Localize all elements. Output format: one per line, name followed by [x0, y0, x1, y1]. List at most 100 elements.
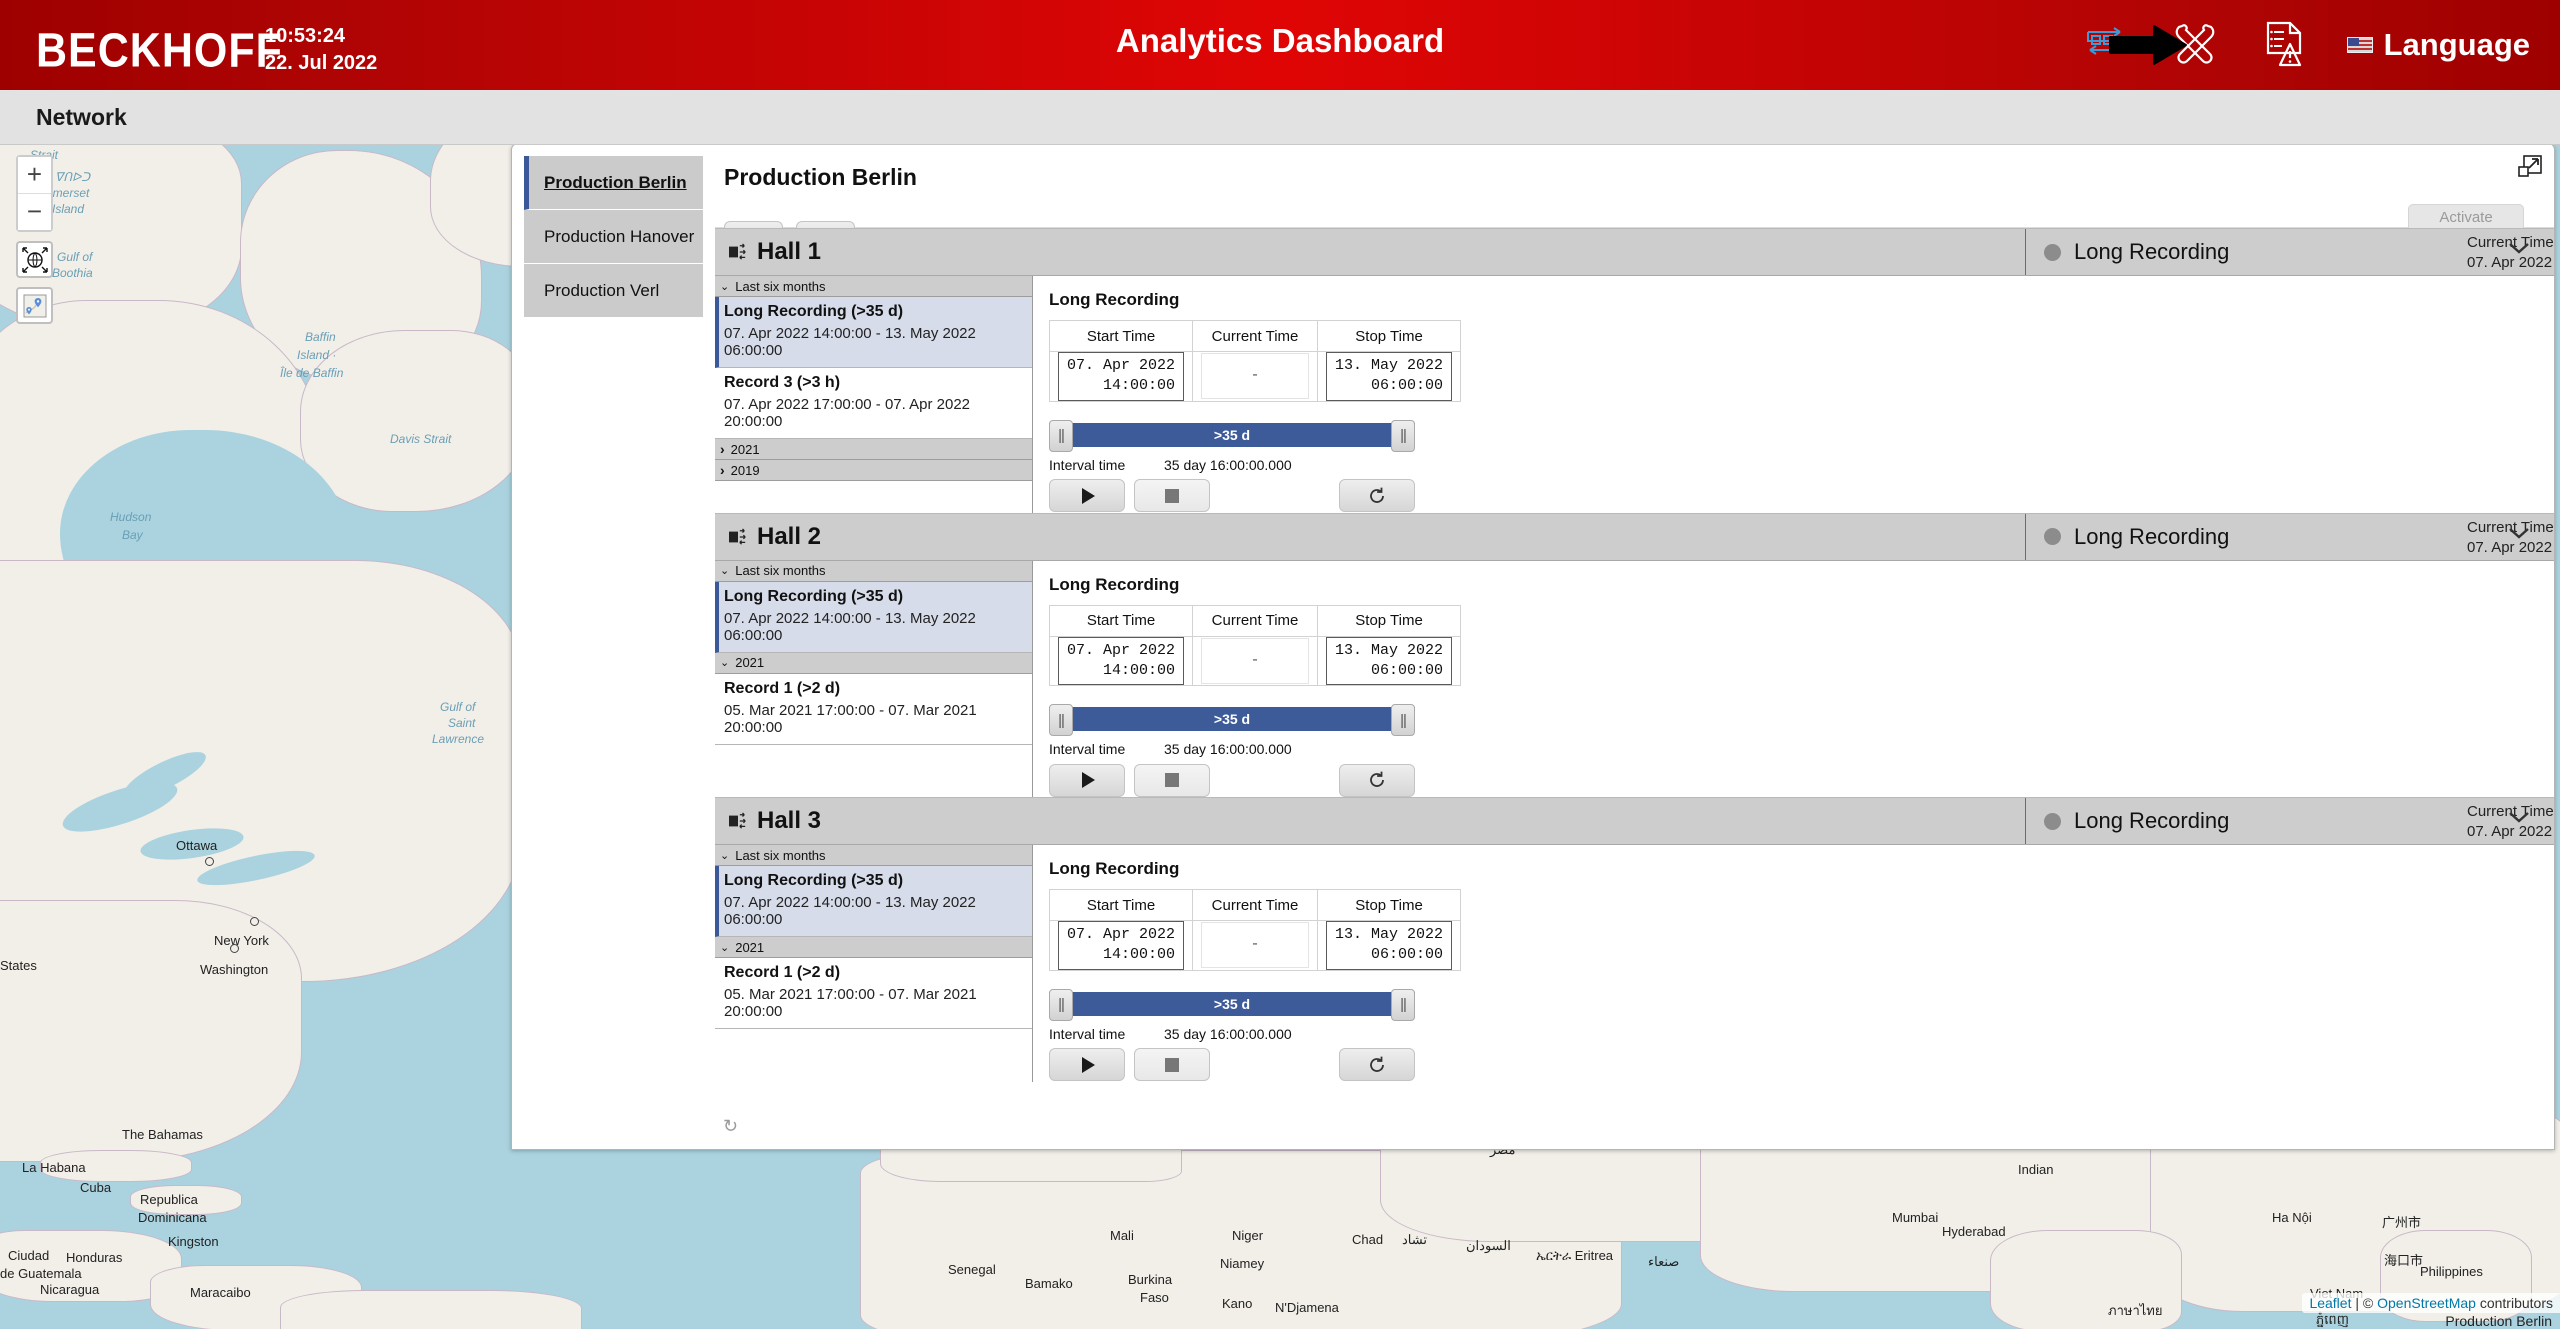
time-range-slider[interactable]: >35 d || ||	[1049, 704, 1415, 736]
current-time-value: -	[1201, 353, 1310, 400]
language-button[interactable]: Language	[2346, 27, 2534, 63]
slider-handle-right[interactable]: ||	[1391, 704, 1415, 736]
column-header-stop-time: Stop Time	[1317, 604, 1462, 637]
nav-item-label: Production Hanover	[544, 226, 695, 246]
interval-row: Interval time 35 day 16:00:00.000	[1049, 741, 1415, 757]
hall-header[interactable]: Hall 1Long RecordingCurrent Time-07. Apr…	[715, 229, 2554, 276]
record-group-header[interactable]: ⌄ 2021	[715, 652, 1032, 674]
globe-arrows-icon	[21, 246, 48, 273]
zoom-out-button[interactable]: −	[18, 194, 51, 230]
record-group-header[interactable]: ⌄ Last six months	[715, 560, 1032, 582]
map-label: Philippines	[2420, 1264, 2483, 1279]
city-dot-ottawa	[205, 857, 214, 866]
markers-toggle-button[interactable]	[16, 287, 53, 324]
recording-status-dot	[2044, 812, 2061, 830]
alarm-document-button[interactable]	[2257, 17, 2313, 73]
chevron-down-icon[interactable]	[2508, 526, 2530, 540]
record-list-item[interactable]: Long Recording (>35 d) 07. Apr 2022 14:00…	[715, 581, 1032, 653]
slider-handle-left[interactable]: ||	[1049, 704, 1073, 736]
map-label: Île de Baffin	[280, 366, 344, 380]
city-dot-newyork	[250, 917, 259, 926]
map-label: Bay	[122, 528, 143, 542]
record-list[interactable]: ⌄ Last six months Long Recording (>35 d) 07…	[715, 560, 1033, 797]
column-header-current-time: Current Time	[1192, 889, 1319, 921]
grip-icon: ||	[1058, 996, 1065, 1013]
map-label: Ottawa	[176, 838, 218, 853]
map-attribution[interactable]: Leaflet | © OpenStreetMap contributors	[2302, 1293, 2560, 1313]
record-list-item[interactable]: Record 1 (>2 d) 05. Mar 2021 17:00:00 - 0…	[715, 674, 1032, 745]
hall-section: Hall 3Long RecordingCurrent Time-07. Apr…	[715, 797, 2554, 1082]
attribution-leaflet-link[interactable]: Leaflet	[2309, 1295, 2351, 1311]
stop-time-value[interactable]: 13. May 2022 06:00:00	[1326, 636, 1453, 685]
production-site-nav[interactable]: Production Berlin Production Hanover Produ…	[524, 156, 703, 1137]
zoom-in-button[interactable]: +	[18, 157, 51, 194]
map-label: Niamey	[1220, 1256, 1265, 1271]
record-list-item[interactable]: Record 1 (>2 d) 05. Mar 2021 17:00:00 - 0…	[715, 958, 1032, 1029]
record-list[interactable]: ⌄ Last six months Long Recording (>35 d) 07…	[715, 845, 1033, 1082]
map-label: Mumbai	[1892, 1210, 1939, 1225]
map-label: 广州市	[2382, 1215, 2422, 1230]
tab-network[interactable]: Network	[36, 104, 127, 131]
slider-handle-left[interactable]: ||	[1049, 419, 1073, 452]
record-list[interactable]: ⌄ Last six months Long Recording (>35 d) 07…	[715, 276, 1033, 513]
start-time-value[interactable]: 07. Apr 2022 14:00:00	[1058, 921, 1185, 970]
mouse-cursor-arrow	[2109, 25, 2187, 65]
fit-world-button[interactable]	[16, 241, 53, 278]
hall-reset-button[interactable]	[1339, 479, 1415, 512]
current-time-cell: -	[1192, 635, 1319, 686]
hall-play-button[interactable]	[1049, 763, 1125, 797]
start-time-value[interactable]: 07. Apr 2022 14:00:00	[1058, 636, 1185, 685]
record-group-header[interactable]: › 2021	[715, 439, 1032, 460]
nav-item-production-verl[interactable]: Production Verl	[524, 264, 703, 318]
map-pins-icon	[23, 294, 46, 317]
record-list-item[interactable]: Long Recording (>35 d) 07. Apr 2022 14:00…	[715, 297, 1032, 368]
zoom-control[interactable]: + −	[16, 155, 53, 232]
record-name: Long Recording (>35 d)	[724, 872, 904, 889]
slider-handle-left[interactable]: ||	[1049, 988, 1073, 1021]
detail-title: Long Recording	[1049, 859, 1180, 878]
map-controls[interactable]: + −	[16, 155, 53, 324]
section-tabbar: Network	[0, 90, 2560, 145]
nav-item-production-hanover[interactable]: Production Hanover	[524, 210, 703, 264]
chevron-down-icon[interactable]	[2508, 241, 2530, 255]
hall-reset-button[interactable]	[1339, 1048, 1415, 1081]
record-list-item[interactable]: Long Recording (>35 d) 07. Apr 2022 14:00…	[715, 866, 1032, 937]
hall-recording-badge[interactable]: Long Recording	[2025, 229, 2229, 275]
record-group-header[interactable]: ⌄ Last six months	[715, 276, 1032, 297]
record-group-header[interactable]: ⌄ Last six months	[715, 845, 1032, 866]
chevron-down-icon[interactable]	[2508, 810, 2530, 824]
hall-stop-button[interactable]	[1134, 763, 1210, 797]
hall-header[interactable]: Hall 2Long RecordingCurrent Time-07. Apr…	[715, 513, 2554, 561]
record-name: Long Recording (>35 d)	[724, 587, 904, 605]
stop-time-value[interactable]: 13. May 2022 06:00:00	[1326, 352, 1453, 401]
slider-handle-right[interactable]: ||	[1391, 419, 1415, 452]
record-group-header[interactable]: › 2019	[715, 460, 1032, 481]
hall-recording-badge[interactable]: Long Recording	[2025, 513, 2229, 560]
time-range-slider[interactable]: >35 d || ||	[1049, 988, 1415, 1021]
hall-recording-badge[interactable]: Long Recording	[2025, 798, 2229, 844]
attribution-osm-link[interactable]: OpenStreetMap	[2377, 1295, 2476, 1311]
times-table: Start Time Current Time Stop Time 07. Apr 2…	[1048, 320, 1462, 402]
stop-time-value[interactable]: 13. May 2022 06:00:00	[1326, 921, 1453, 970]
hall-reset-button[interactable]	[1339, 763, 1415, 797]
hall-stop-button[interactable]	[1134, 479, 1210, 512]
chevron-down-icon: ⌄	[720, 941, 730, 954]
record-name: Long Recording (>35 d)	[724, 303, 904, 320]
record-group-header[interactable]: ⌄ 2021	[715, 937, 1032, 958]
hall-header[interactable]: Hall 3Long RecordingCurrent Time-07. Apr…	[715, 798, 2554, 845]
hall-play-button[interactable]	[1049, 1048, 1125, 1081]
slider-handle-right[interactable]: ||	[1391, 988, 1415, 1021]
nav-item-production-berlin[interactable]: Production Berlin	[524, 156, 703, 210]
expand-panel-button[interactable]	[2518, 155, 2542, 179]
time-range-slider[interactable]: >35 d || ||	[1049, 419, 1415, 452]
hall-stop-button[interactable]	[1134, 1048, 1210, 1081]
table-row: 07. Apr 2022 14:00:00-13. May 2022 06:00…	[1048, 351, 1462, 402]
map-label: Island	[52, 202, 85, 216]
dashboard-panel: Production Berlin Production Hanover Produ…	[511, 143, 2555, 1150]
record-list-item[interactable]: Record 3 (>3 h) 07. Apr 2022 17:00:00 - 0…	[715, 368, 1032, 439]
interval-value: 35 day 16:00:00.000	[1164, 1025, 1292, 1042]
detail-title: Long Recording	[1049, 574, 1180, 594]
start-time-value[interactable]: 07. Apr 2022 14:00:00	[1058, 352, 1185, 401]
hall-play-button[interactable]	[1049, 479, 1125, 512]
record-group-label: Last six months	[735, 847, 826, 863]
